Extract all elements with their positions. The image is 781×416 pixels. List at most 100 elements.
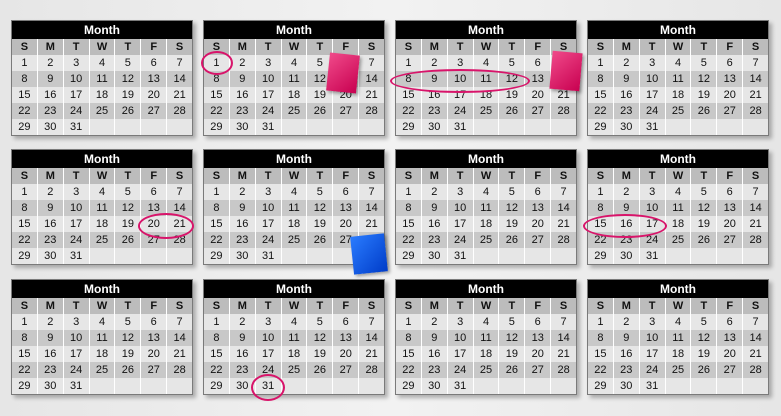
day-cell [90,378,116,394]
weekday-header-row: SMTWTFS [588,39,768,55]
week-row: 8910111213 14 [204,330,384,346]
day-cell: 19 [115,87,142,103]
weekday-label: T [691,168,718,184]
day-cell: 20 [141,216,168,232]
week-row: 8910111213 14 [12,330,192,346]
weekday-label: T [115,39,142,55]
weekday-label: T [691,39,718,55]
day-cell: 22 [12,232,38,248]
day-cell: 16 [614,216,640,232]
day-cell [167,119,192,135]
day-cell: 31 [640,119,666,135]
day-cell: 19 [691,346,718,362]
day-cell: 13 [717,330,744,346]
week-row: 29 30 31 [588,119,768,135]
day-cell: 2 [38,184,64,200]
day-cell: 17 [64,216,90,232]
weekday-label: S [559,300,568,312]
weekday-label: S [12,298,38,314]
month-calendar: MonthSMTWTFS1234567891011121314151617181… [11,20,193,136]
weekday-label: F [525,298,552,314]
day-cell: 27 [717,232,744,248]
day-cell: 16 [422,87,448,103]
week-row: 222324252627 28 [12,232,192,248]
weekday-header-row: SMTWTFS [204,298,384,314]
day-cell: 26 [307,232,334,248]
weekday-label: T [307,298,334,314]
weekday-label: T [640,168,666,184]
day-cell: 13 [141,330,168,346]
day-cell: 13 [333,200,360,216]
week-row: 15 16 17 18 19 20 21 [588,346,768,362]
day-cell: 9 [614,330,640,346]
day-cell: 20 [717,346,744,362]
weekday-label: W [666,39,692,55]
weekday-label: M [614,168,640,184]
weekday-label: T [448,168,474,184]
day-cell: 19 [499,87,526,103]
day-cell: 14 [365,73,378,85]
day-cell: 7 [368,316,375,328]
day-cell: 14 [557,332,570,344]
day-cell: 6 [525,184,552,200]
day-cell: 26 [499,362,526,378]
day-cell: 20 [333,216,360,232]
day-cell: 4 [666,184,692,200]
weekday-label: T [499,39,526,55]
week-row: 15 16 17 18 19 20 21 [588,87,768,103]
week-row: 222324252627 28 [588,103,768,119]
week-row: 1234567 [204,184,384,200]
week-row: 222324252627 28 [396,362,576,378]
day-cell: 19 [307,216,334,232]
day-cell: 22 [12,103,38,119]
day-cell: 23 [614,103,640,119]
calendar-title: Month [12,21,192,39]
day-cell: 31 [256,248,282,264]
weekday-label: F [141,168,168,184]
day-cell: 26 [115,362,142,378]
week-row: 8910111213 14 [588,71,768,87]
day-cell: 3 [448,184,474,200]
week-row: 15 16 17 18 19 20 21 [12,87,192,103]
day-cell: 16 [422,216,448,232]
day-cell: 27 [525,103,552,119]
day-cell: 5 [115,314,142,330]
day-cell: 4 [90,314,116,330]
day-cell: 18 [666,87,692,103]
day-cell: 18 [282,346,308,362]
day-cell: 7 [176,316,183,328]
day-cell [691,248,718,264]
week-row: 222324252627 28 [204,103,384,119]
day-cell: 7 [368,57,375,69]
day-cell: 21 [173,348,186,360]
calendar-title: Month [588,21,768,39]
day-cell: 21 [557,218,570,230]
weekday-label: S [175,41,184,53]
day-cell: 1 [204,314,230,330]
weekday-label: W [666,168,692,184]
week-row: 8910111213 14 [588,330,768,346]
day-cell: 8 [204,71,230,87]
day-cell: 1 [396,314,422,330]
week-row: 15 16 17 18 19 20 21 [396,87,576,103]
day-cell: 4 [666,55,692,71]
weekday-label: S [588,39,614,55]
day-cell: 1 [12,184,38,200]
day-cell: 26 [691,362,718,378]
day-cell: 21 [749,218,762,230]
weekday-label: T [691,298,718,314]
day-cell: 13 [525,330,552,346]
day-cell: 3 [640,314,666,330]
day-cell: 20 [525,216,552,232]
day-cell: 2 [230,184,256,200]
week-row: 1234567 [396,314,576,330]
day-cell: 19 [691,87,718,103]
day-cell: 11 [474,330,500,346]
day-cell [141,248,168,264]
week-row: 29 30 31 [12,378,192,394]
day-cell: 4 [474,314,500,330]
day-cell: 17 [448,216,474,232]
day-cell: 25 [666,103,692,119]
weekday-label: T [448,298,474,314]
week-row: 8910111213 14 [588,200,768,216]
